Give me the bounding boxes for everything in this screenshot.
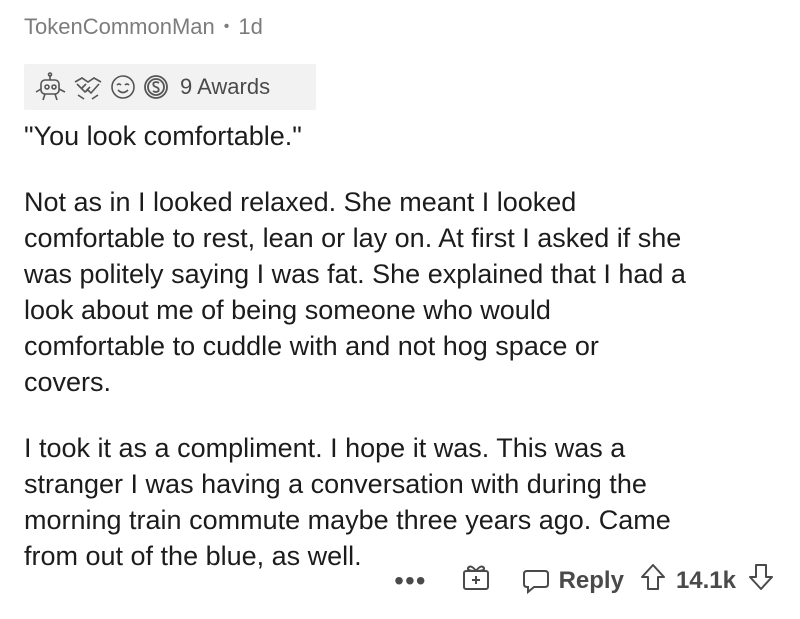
comment-line: look about me of being someone who would	[24, 295, 551, 325]
comment-paragraph: Not as in I looked relaxed. She meant I …	[24, 184, 784, 400]
wholesome-award-icon	[108, 72, 138, 102]
silver-coin-award-icon	[142, 72, 170, 102]
comment-line: covers.	[24, 367, 112, 397]
robot-award-icon	[34, 72, 68, 102]
comment-line: comfortable to rest, lean or lay on. At …	[24, 223, 682, 253]
upvote-button[interactable]	[640, 562, 666, 599]
downvote-button[interactable]	[748, 562, 774, 599]
comment-line: Not as in I looked relaxed. She meant I …	[24, 187, 577, 217]
comment-paragraph: I took it as a compliment. I hope it was…	[24, 430, 784, 574]
vote-score: 14.1k	[675, 566, 736, 594]
handshake-award-icon	[72, 72, 104, 102]
more-options-button[interactable]: •••	[394, 566, 426, 594]
reply-bubble-icon	[522, 569, 549, 594]
comment-line: stranger I was having a conversation wit…	[24, 469, 647, 499]
comment-header: TokenCommonMan • 1d	[24, 14, 263, 40]
comment-line: "You look comfortable."	[24, 121, 302, 151]
awards-count: 9 Awards	[180, 74, 271, 99]
downvote-arrow-icon	[749, 564, 773, 590]
comment-line: was politely saying I was fat. She expla…	[24, 259, 686, 289]
author-username[interactable]: TokenCommonMan	[24, 14, 215, 40]
comment-age: 1d	[238, 14, 263, 39]
comment-line: comfortable to cuddle with and not hog s…	[24, 331, 599, 361]
upvote-arrow-icon	[640, 564, 665, 590]
comment-paragraph: "You look comfortable."	[24, 118, 784, 154]
comment-line: morning train commute maybe three years …	[24, 505, 671, 535]
reply-label: Reply	[558, 566, 624, 594]
comment-actions-bar: ••• Reply 14.1k	[394, 562, 774, 599]
reply-button[interactable]: Reply	[521, 566, 624, 596]
meta-separator: •	[223, 18, 230, 35]
gift-award-icon[interactable]	[461, 562, 491, 599]
awards-bar[interactable]: 9 Awards	[24, 64, 316, 110]
comment-line: I took it as a compliment. I hope it was…	[24, 433, 626, 463]
comment-body: "You look comfortable." Not as in I look…	[24, 118, 784, 574]
